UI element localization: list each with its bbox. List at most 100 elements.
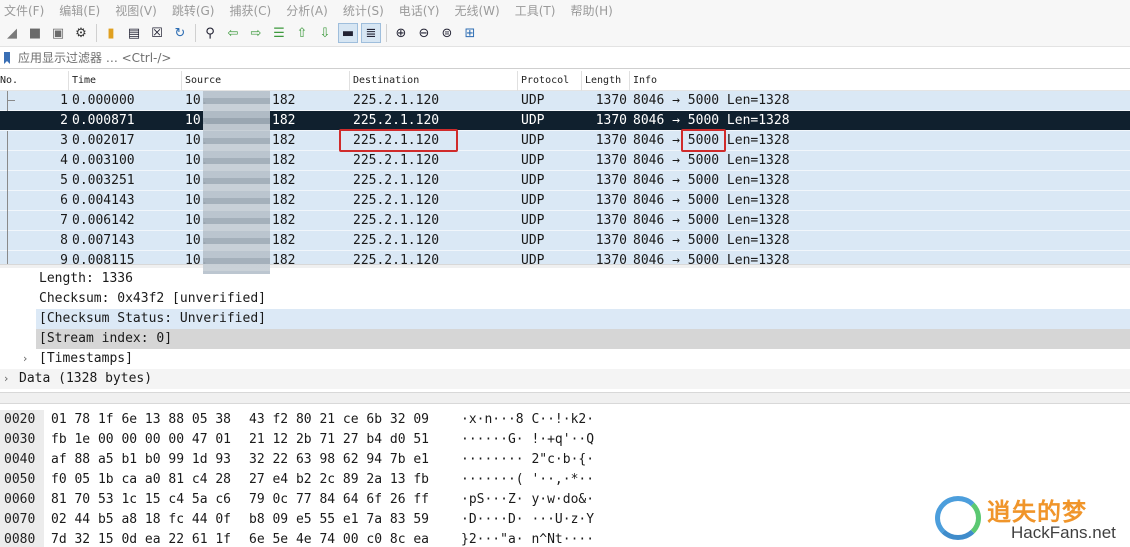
- zoom-in-icon[interactable]: ⊕: [391, 23, 411, 43]
- hex-ascii: ······G· !·+q'··Q: [461, 432, 595, 447]
- packet-row[interactable]: 1 0.000000 225.2.1.120 UDP 1370 8046 → 5000 L…: [0, 91, 1130, 111]
- hex-bytes: 6e 5e 4e 74 00 c0 8c ea: [249, 532, 430, 547]
- packet-time-cell: 0.000871: [72, 113, 135, 128]
- packet-length-cell: 1370: [595, 193, 627, 208]
- packet-row[interactable]: 2 0.000871 225.2.1.120 UDP 1370 8046 → 5000 L…: [0, 111, 1130, 131]
- expand-arrow-icon[interactable]: ›: [4, 372, 8, 385]
- find-icon[interactable]: ⚲: [200, 23, 220, 43]
- detail-data[interactable]: Data (1328 bytes): [19, 369, 152, 389]
- detail-stream-index[interactable]: [Stream index: 0]: [36, 329, 1130, 349]
- column-header-length[interactable]: Length: [581, 71, 629, 91]
- packet-row[interactable]: 3 0.002017 225.2.1.120 UDP 1370 8046 → 5000 L…: [0, 131, 1130, 151]
- watermark-site: HackFans.net: [1011, 523, 1116, 542]
- packet-time-cell: 0.000000: [72, 93, 135, 108]
- column-header-source[interactable]: Source: [181, 71, 349, 91]
- menu-capture[interactable]: 捕获(C): [229, 2, 271, 19]
- hex-row[interactable]: 0050 f0 05 1b ca a0 81 c4 28 27 e4 b2 2c 8…: [0, 470, 1130, 490]
- packet-source-cell-end: 182: [272, 173, 296, 188]
- packet-no-cell: 6: [60, 193, 68, 208]
- packet-info-cell: 8046 → 5000 Len=1328: [633, 93, 790, 108]
- zoom-out-icon[interactable]: ⊖: [414, 23, 434, 43]
- go-last-icon[interactable]: ⇩: [315, 23, 335, 43]
- hex-offset: 0050: [4, 472, 36, 487]
- detail-length[interactable]: Length: 1336: [39, 269, 133, 289]
- hex-bytes: 27 e4 b2 2c 89 2a 13 fb: [249, 472, 430, 487]
- packet-row[interactable]: 4 0.003100 225.2.1.120 UDP 1370 8046 → 5000 L…: [0, 151, 1130, 171]
- hex-row[interactable]: 0020 01 78 1f 6e 13 88 05 38 43 f2 80 21 c…: [0, 410, 1130, 430]
- hex-row[interactable]: 0030 fb 1e 00 00 00 00 47 01 21 12 2b 71 2…: [0, 430, 1130, 450]
- packet-row[interactable]: 7 0.006142 225.2.1.120 UDP 1370 8046 → 5000 L…: [0, 211, 1130, 231]
- packet-no-cell: 4: [60, 153, 68, 168]
- save-file-icon[interactable]: ▤: [124, 23, 144, 43]
- hex-offset: 0040: [4, 452, 36, 467]
- detail-timestamps[interactable]: [Timestamps]: [39, 349, 133, 369]
- hex-offset: 0060: [4, 492, 36, 507]
- hex-ascii: ·pS···Z· y·w·do&·: [461, 492, 595, 507]
- packet-no-cell: 7: [60, 213, 68, 228]
- hex-ascii: }2···"a· n^Nt····: [461, 532, 595, 547]
- packet-row[interactable]: 5 0.003251 225.2.1.120 UDP 1370 8046 → 5000 L…: [0, 171, 1130, 191]
- detail-checksum[interactable]: Checksum: 0x43f2 [unverified]: [39, 289, 266, 309]
- menu-view[interactable]: 视图(V): [115, 2, 157, 19]
- expand-arrow-icon[interactable]: ›: [23, 352, 27, 365]
- packet-protocol-cell: UDP: [521, 113, 545, 128]
- menu-tools[interactable]: 工具(T): [515, 2, 556, 19]
- column-header-protocol[interactable]: Protocol: [517, 71, 581, 91]
- colorize-icon[interactable]: ≣: [361, 23, 381, 43]
- resize-columns-icon[interactable]: ⊞: [460, 23, 480, 43]
- pane-splitter[interactable]: [0, 392, 1130, 404]
- hex-ascii: ·x·n···8 C··!·k2·: [461, 412, 595, 427]
- column-header-time[interactable]: Time: [68, 71, 181, 91]
- detail-checksum-status[interactable]: [Checksum Status: Unverified]: [36, 309, 1130, 329]
- menu-wireless[interactable]: 无线(W): [455, 2, 500, 19]
- restart-icon[interactable]: ▣: [48, 23, 68, 43]
- menu-edit[interactable]: 编辑(E): [59, 2, 100, 19]
- toolbar-separator: [195, 24, 196, 42]
- packet-time-cell: 0.007143: [72, 233, 135, 248]
- packet-info-cell: 8046 → 5000 Len=1328: [633, 233, 790, 248]
- go-back-icon[interactable]: ⇦: [223, 23, 243, 43]
- bookmark-icon[interactable]: [0, 48, 14, 69]
- go-forward-icon[interactable]: ⇨: [246, 23, 266, 43]
- menu-statistics[interactable]: 统计(S): [343, 2, 384, 19]
- column-header-no[interactable]: No.: [0, 71, 68, 91]
- hex-row[interactable]: 0040 af 88 a5 b1 b0 99 1d 93 32 22 63 98 6…: [0, 450, 1130, 470]
- go-to-packet-icon[interactable]: ☰: [269, 23, 289, 43]
- hex-offset: 0080: [4, 532, 36, 547]
- shark-fin-icon[interactable]: ◢: [2, 23, 22, 43]
- go-first-icon[interactable]: ⇧: [292, 23, 312, 43]
- stop-icon[interactable]: ■: [25, 23, 45, 43]
- packet-source-cell-end: 182: [272, 133, 296, 148]
- menu-go[interactable]: 跳转(G): [172, 2, 215, 19]
- display-filter-input[interactable]: [14, 48, 1130, 68]
- autoscroll-icon[interactable]: ▬: [338, 23, 358, 43]
- packet-destination-cell: 225.2.1.120: [353, 153, 440, 168]
- hex-bytes: 43 f2 80 21 ce 6b 32 09: [249, 412, 430, 427]
- options-gear-icon[interactable]: ⚙: [71, 23, 91, 43]
- column-header-info[interactable]: Info: [629, 71, 1130, 91]
- redaction-mask: [203, 91, 270, 274]
- packet-row[interactable]: 9 0.008115 225.2.1.120 UDP 1370 8046 → 5000 L…: [0, 251, 1130, 264]
- packet-details: Length: 1336 Checksum: 0x43f2 [unverifie…: [0, 268, 1130, 392]
- menu-file[interactable]: 文件(F): [4, 2, 44, 19]
- reload-icon[interactable]: ↻: [170, 23, 190, 43]
- menu-help[interactable]: 帮助(H): [570, 2, 612, 19]
- zoom-normal-icon[interactable]: ⊜: [437, 23, 457, 43]
- open-file-icon[interactable]: ▮: [101, 23, 121, 43]
- packet-protocol-cell: UDP: [521, 193, 545, 208]
- packet-row[interactable]: 8 0.007143 225.2.1.120 UDP 1370 8046 → 5000 L…: [0, 231, 1130, 251]
- packet-length-cell: 1370: [595, 153, 627, 168]
- close-file-icon[interactable]: ☒: [147, 23, 167, 43]
- packet-length-cell: 1370: [595, 233, 627, 248]
- column-header-destination[interactable]: Destination: [349, 71, 517, 91]
- hex-offset: 0020: [4, 412, 36, 427]
- packet-length-cell: 1370: [595, 253, 627, 264]
- packet-no-cell: 9: [60, 253, 68, 264]
- hex-bytes: 02 44 b5 a8 18 fc 44 0f: [51, 512, 232, 527]
- packet-row[interactable]: 6 0.004143 225.2.1.120 UDP 1370 8046 → 5000 L…: [0, 191, 1130, 211]
- packet-protocol-cell: UDP: [521, 153, 545, 168]
- packet-source-cell-end: 182: [272, 93, 296, 108]
- menu-analyze[interactable]: 分析(A): [286, 2, 328, 19]
- menu-telephony[interactable]: 电话(Y): [399, 2, 440, 19]
- packet-length-cell: 1370: [595, 173, 627, 188]
